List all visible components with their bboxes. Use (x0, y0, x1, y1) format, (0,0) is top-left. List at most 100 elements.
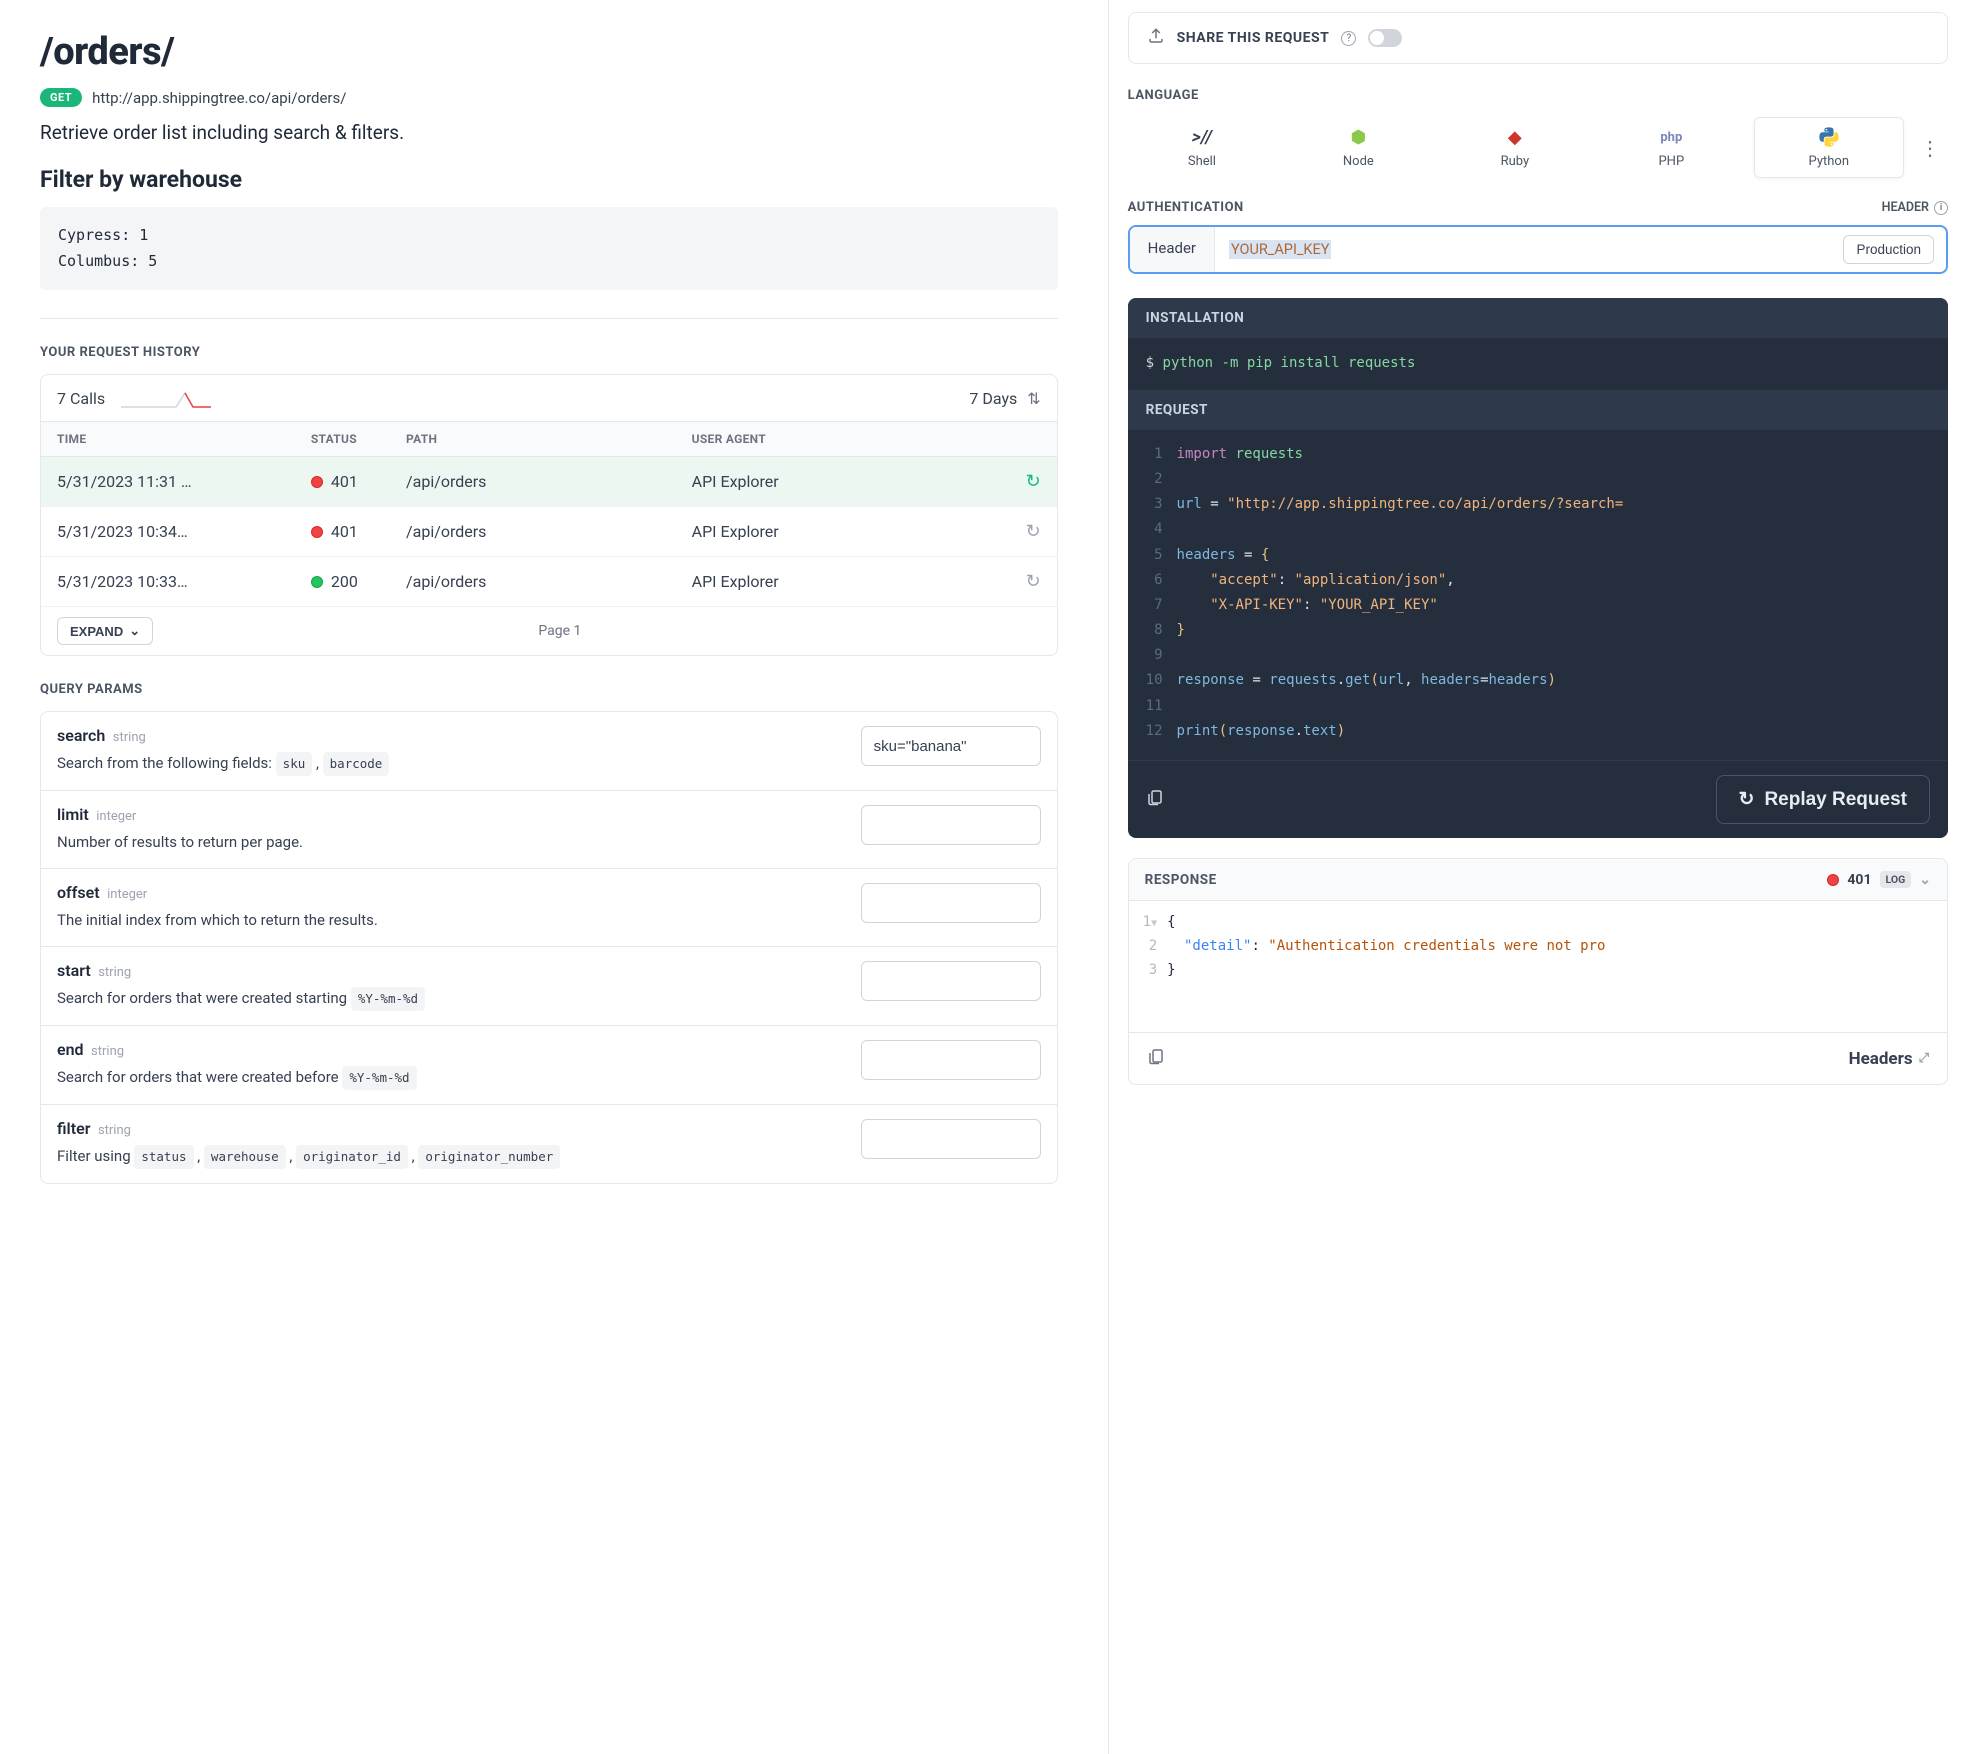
filter-code-block: Cypress: 1 Columbus: 5 (40, 207, 1058, 290)
lang-tab-node[interactable]: ⬢ Node (1284, 118, 1432, 177)
auth-input-box: Header YOUR_API_KEY Production (1128, 225, 1948, 274)
language-tabs: >// Shell ⬢ Node ◆ Ruby php PHP Python (1128, 117, 1948, 178)
param-row-limit: limit integer Number of results to retur… (41, 791, 1057, 869)
param-tag: status (134, 1145, 193, 1169)
php-icon: php (1597, 126, 1745, 148)
auth-section-label: AUTHENTICATION (1128, 200, 1244, 215)
history-row[interactable]: 5/31/2023 11:31 … 401 /api/orders API Ex… (41, 457, 1057, 507)
status-dot-icon (311, 576, 323, 588)
cell-path: /api/orders (406, 472, 692, 491)
more-languages-icon[interactable]: ⋮ (1912, 136, 1948, 160)
help-icon[interactable]: ? (1341, 31, 1356, 46)
request-code-block: 123456789101112 import requests url = "h… (1128, 430, 1948, 760)
param-name: start (57, 961, 91, 980)
lang-name: PHP (1597, 154, 1745, 169)
auth-type-label[interactable]: HEADER i (1882, 200, 1948, 215)
page-indicator: Page 1 (79, 623, 1041, 639)
replay-icon: ↻ (1739, 788, 1755, 811)
cell-time: 5/31/2023 10:34… (57, 522, 311, 541)
cell-status: 401 (311, 472, 406, 491)
cell-time: 5/31/2023 11:31 … (57, 472, 311, 491)
param-row-offset: offset integer The initial index from wh… (41, 869, 1057, 947)
status-dot-icon (1827, 874, 1839, 886)
ruby-icon: ◆ (1441, 126, 1589, 148)
history-row[interactable]: 5/31/2023 10:33… 200 /api/orders API Exp… (41, 557, 1057, 607)
endpoint-description: Retrieve order list including search & f… (40, 121, 1058, 144)
lang-name: Python (1755, 154, 1903, 169)
col-time: TIME (57, 432, 311, 446)
environment-button[interactable]: Production (1843, 235, 1934, 264)
response-box: RESPONSE 401 LOG ⌄ 1▼23 { "detail": "Aut… (1128, 858, 1948, 1085)
param-name: offset (57, 883, 100, 902)
lang-tab-shell[interactable]: >// Shell (1128, 118, 1276, 177)
param-row-end: end string Search for orders that were c… (41, 1026, 1057, 1105)
history-row[interactable]: 5/31/2023 10:34… 401 /api/orders API Exp… (41, 507, 1057, 557)
install-command: $ python -m pip install requests (1128, 338, 1948, 390)
lang-name: Node (1284, 154, 1432, 169)
param-tag: %Y-%m-%d (351, 987, 425, 1011)
col-path: PATH (406, 432, 692, 446)
response-status[interactable]: 401 LOG ⌄ (1827, 871, 1931, 888)
installation-label: INSTALLATION (1128, 298, 1948, 338)
code-panel: INSTALLATION $ python -m pip install req… (1128, 298, 1948, 838)
param-tag: originator_id (296, 1145, 408, 1169)
replay-row-icon[interactable]: ↻ (1026, 571, 1041, 592)
replay-row-icon[interactable]: ↻ (1026, 471, 1041, 492)
param-input-filter[interactable] (861, 1119, 1041, 1159)
share-request-box: SHARE THIS REQUEST ? (1128, 12, 1948, 64)
lang-name: Ruby (1441, 154, 1589, 169)
cell-agent: API Explorer (692, 572, 978, 591)
range-label[interactable]: 7 Days (969, 389, 1017, 408)
param-input-offset[interactable] (861, 883, 1041, 923)
replay-row-icon[interactable]: ↻ (1026, 521, 1041, 542)
status-dot-icon (311, 526, 323, 538)
response-label: RESPONSE (1145, 872, 1217, 888)
cell-time: 5/31/2023 10:33… (57, 572, 311, 591)
language-section-label: LANGUAGE (1128, 88, 1948, 103)
lang-tab-python[interactable]: Python (1754, 117, 1904, 178)
range-chevron-icon[interactable]: ⇅ (1027, 389, 1040, 408)
log-badge: LOG (1880, 871, 1912, 888)
cell-agent: API Explorer (692, 472, 978, 491)
replay-request-button[interactable]: ↻ Replay Request (1716, 775, 1930, 824)
auth-header-label: Header (1130, 227, 1215, 272)
param-input-limit[interactable] (861, 805, 1041, 845)
param-input-start[interactable] (861, 961, 1041, 1001)
copy-response-icon[interactable] (1147, 1047, 1165, 1070)
status-dot-icon (311, 476, 323, 488)
param-tag: barcode (323, 752, 390, 776)
filter-heading: Filter by warehouse (40, 166, 1058, 193)
share-label: SHARE THIS REQUEST (1177, 30, 1330, 46)
cell-status: 401 (311, 522, 406, 541)
request-label: REQUEST (1128, 390, 1948, 430)
sparkline-chart (121, 387, 211, 409)
method-badge: GET (40, 88, 82, 107)
share-toggle[interactable] (1368, 29, 1402, 47)
share-icon (1147, 27, 1165, 49)
param-desc: Search for orders that were created star… (57, 986, 845, 1011)
param-type: string (91, 1044, 124, 1059)
lang-tab-ruby[interactable]: ◆ Ruby (1441, 118, 1589, 177)
auth-value: YOUR_API_KEY (1229, 240, 1332, 259)
param-input-search[interactable] (861, 726, 1041, 766)
param-input-end[interactable] (861, 1040, 1041, 1080)
param-tag: originator_number (418, 1145, 560, 1169)
cell-agent: API Explorer (692, 522, 978, 541)
lang-tab-php[interactable]: php PHP (1597, 118, 1745, 177)
endpoint-row: GET http://app.shippingtree.co/api/order… (40, 88, 1058, 107)
param-type: string (113, 730, 146, 745)
param-type: string (98, 1123, 131, 1138)
param-type: integer (96, 809, 136, 824)
request-history-box: 7 Calls 7 Days ⇅ TIME STATUS PATH USER A… (40, 374, 1058, 656)
copy-code-icon[interactable] (1146, 788, 1164, 811)
response-body: 1▼23 { "detail": "Authentication credent… (1129, 901, 1947, 1032)
param-desc: Filter using status , warehouse , origin… (57, 1144, 845, 1169)
query-params-box: search string Search from the following … (40, 711, 1058, 1184)
param-name: search (57, 726, 105, 745)
param-tag: %Y-%m-%d (342, 1066, 416, 1090)
auth-value-field[interactable]: YOUR_API_KEY (1215, 227, 1831, 272)
param-desc: The initial index from which to return t… (57, 908, 845, 932)
page-title: /orders/ (40, 30, 1058, 74)
response-headers-button[interactable]: Headers ⤢ (1849, 1049, 1929, 1069)
param-row-search: search string Search from the following … (41, 712, 1057, 791)
